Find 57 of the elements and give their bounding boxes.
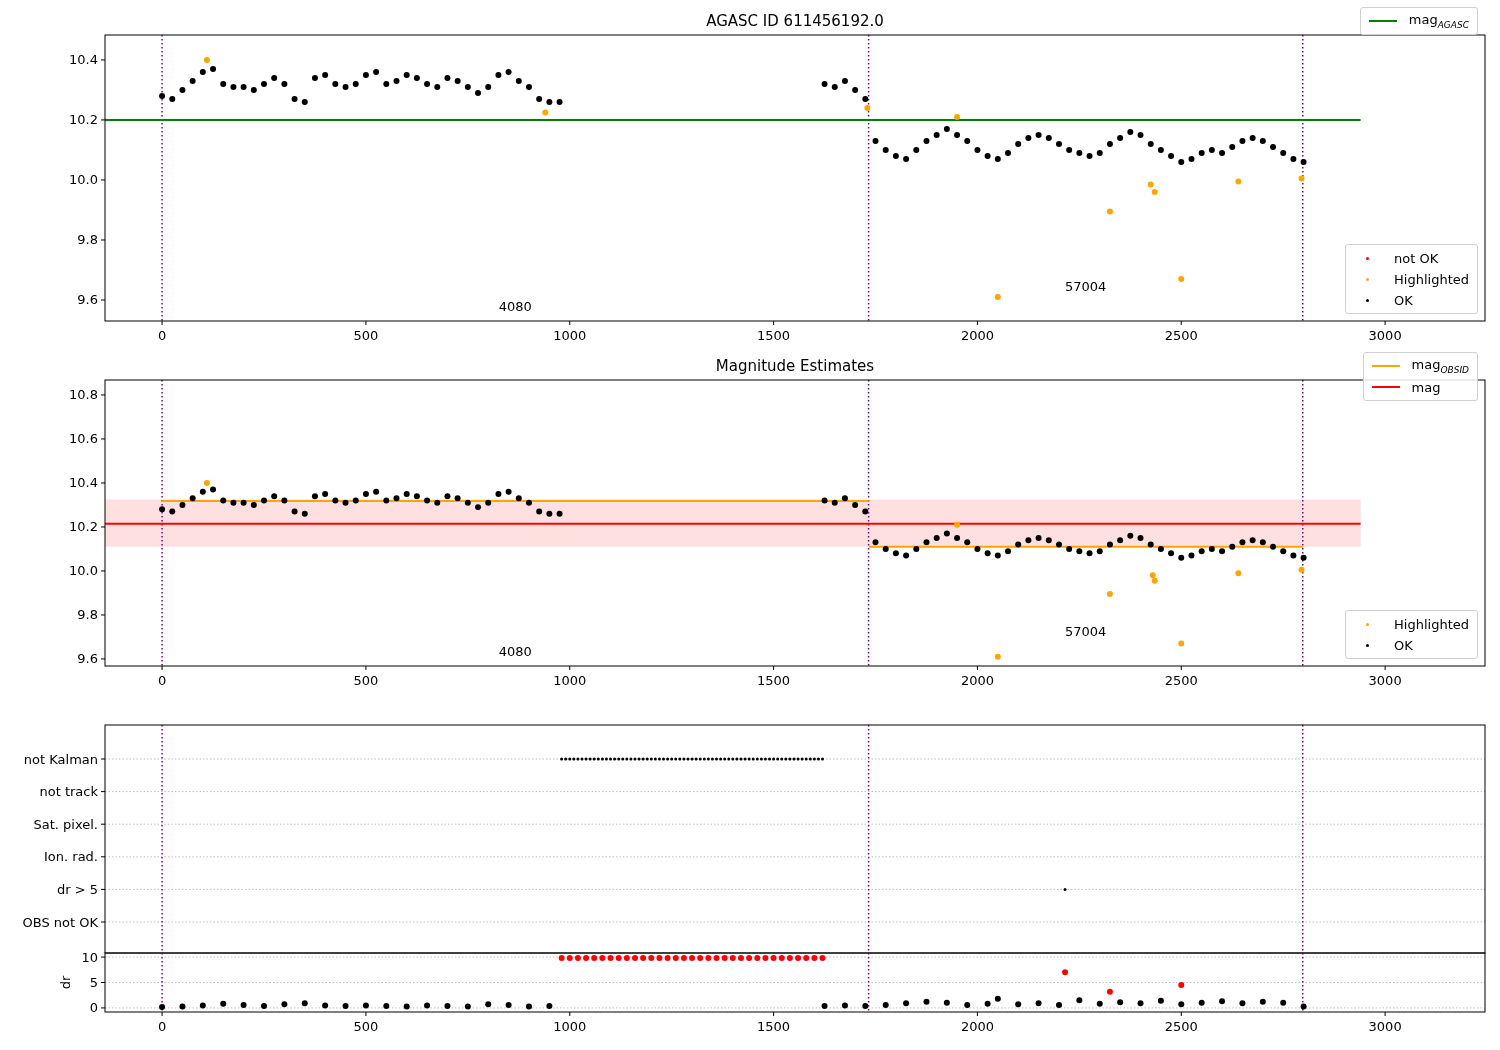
tick-label: 3000 (1368, 673, 1402, 688)
legend-label: mag$_{AGASC}$ (1408, 12, 1469, 30)
tick-label: 5 (89, 975, 98, 990)
point-label: 57004 (1065, 624, 1107, 639)
tick-label: 500 (353, 673, 379, 688)
tick-label: 1500 (757, 673, 791, 688)
tick-label: 10.0 (69, 172, 98, 188)
tick-label: 9.8 (77, 607, 98, 623)
legend-label: Highlighted (1394, 271, 1469, 287)
tick-label: 1000 (553, 673, 587, 688)
tick-label: 1000 (553, 328, 587, 343)
chart-title: Magnitude Estimates (715, 357, 875, 375)
tick-label: 0 (157, 673, 167, 688)
flag-row-label: Ion. rad. (44, 849, 98, 865)
tick-label: 2000 (960, 1019, 994, 1034)
point-label: 4080 (498, 299, 532, 314)
flag-row-label: dr > 5 (56, 881, 98, 897)
tick-label: 1500 (757, 328, 791, 343)
chart-title: AGASC ID 611456192.0 (706, 12, 884, 30)
tick-label: 3000 (1368, 328, 1402, 343)
point-label: 4080 (498, 644, 532, 659)
tick-label: 0 (89, 1000, 98, 1016)
tick-label: 1000 (553, 1019, 587, 1034)
legend-label: Highlighted (1394, 616, 1469, 632)
tick-label: 10.4 (69, 52, 98, 68)
tick-label: 10.4 (69, 475, 98, 491)
tick-label: 2000 (960, 673, 994, 688)
flag-row-label: OBS not OK (22, 914, 98, 930)
tick-label: 10.2 (69, 519, 98, 535)
flag-row-label: Sat. pixel. (33, 816, 98, 832)
tick-label: 2500 (1164, 1019, 1198, 1034)
legend-label: not OK (1394, 250, 1439, 266)
tick-label: 10.8 (69, 387, 98, 403)
axis-label: dr (58, 975, 73, 990)
tick-label: 9.8 (77, 232, 98, 248)
legend-label: OK (1394, 637, 1413, 653)
tick-label: 1500 (757, 1019, 791, 1034)
tick-label: 10.2 (69, 112, 98, 128)
tick-label: 10 (81, 949, 98, 965)
flag-row-label: not track (39, 784, 98, 800)
point-label: 57004 (1065, 279, 1107, 294)
tick-label: 0 (157, 1019, 167, 1034)
tick-label: 2500 (1164, 328, 1198, 343)
tick-label: 10.0 (69, 563, 98, 579)
tick-label: 0 (157, 328, 167, 343)
tick-label: 9.6 (77, 651, 98, 667)
flag-row-label: not Kalman (23, 751, 98, 767)
tick-label: 500 (353, 328, 379, 343)
legend-label: OK (1394, 292, 1413, 308)
legend-label: mag$_{OBSID}$ (1411, 357, 1469, 375)
tick-label: 10.6 (69, 431, 98, 447)
tick-label: 2000 (960, 328, 994, 343)
tick-label: 2500 (1164, 673, 1198, 688)
legend-label: mag (1411, 379, 1441, 395)
tick-label: 500 (353, 1019, 379, 1034)
tick-label: 9.6 (77, 292, 98, 308)
tick-label: 3000 (1368, 1019, 1402, 1034)
